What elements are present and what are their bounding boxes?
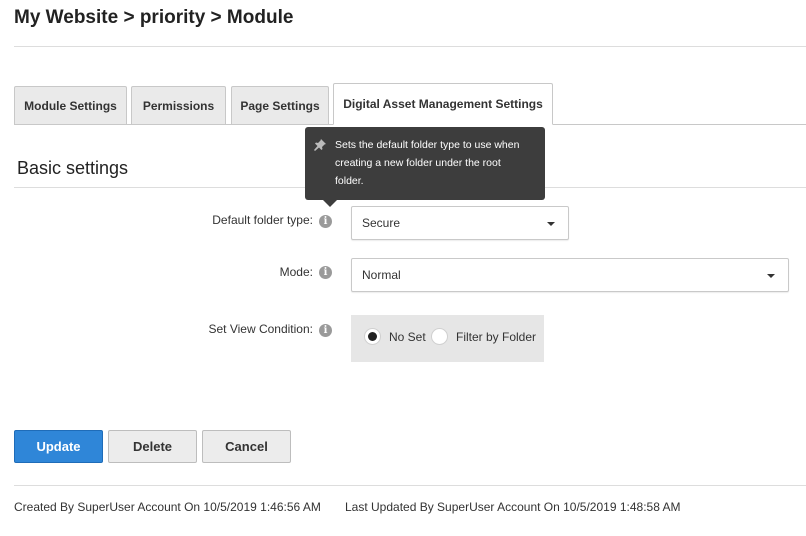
tooltip-line: Sets the default folder type to use when — [335, 139, 520, 151]
info-icon[interactable]: i — [319, 324, 332, 337]
default-folder-type-label: Default folder type: — [212, 213, 313, 227]
mode-select[interactable]: Normal — [351, 258, 789, 292]
radio-selected-dot — [368, 332, 377, 341]
settings-tabs: Module Settings Permissions Page Setting… — [14, 83, 806, 125]
info-icon[interactable]: i — [319, 266, 332, 279]
default-folder-type-value: Secure — [362, 216, 401, 230]
mode-value: Normal — [362, 268, 401, 282]
tab-page-settings[interactable]: Page Settings — [231, 86, 329, 125]
default-folder-type-select[interactable]: Secure — [351, 206, 569, 240]
mode-label: Mode: — [279, 265, 313, 279]
radio-no-set[interactable] — [364, 328, 381, 345]
radio-filter-by-folder-label[interactable]: Filter by Folder — [456, 330, 536, 344]
cancel-button[interactable]: Cancel — [202, 430, 291, 463]
created-by-text: Created By SuperUser Account On 10/5/201… — [14, 500, 321, 514]
tab-module-settings[interactable]: Module Settings — [14, 86, 127, 125]
updated-by-text: Last Updated By SuperUser Account On 10/… — [345, 500, 681, 514]
delete-button[interactable]: Delete — [108, 430, 197, 463]
update-button[interactable]: Update — [14, 430, 103, 463]
help-tooltip: Sets the default folder type to use when… — [305, 127, 545, 207]
footer-divider — [14, 485, 806, 486]
radio-no-set-label[interactable]: No Set — [389, 330, 426, 344]
tooltip-line: creating a new folder under the root — [335, 157, 501, 169]
page-title: My Website > priority > Module — [14, 7, 294, 28]
tooltip-arrow — [323, 200, 337, 207]
pin-icon — [314, 139, 326, 151]
chevron-down-icon — [767, 274, 775, 278]
tab-permissions[interactable]: Permissions — [131, 86, 226, 125]
section-title: Basic settings — [17, 158, 129, 178]
title-divider — [14, 46, 806, 47]
tooltip-line: folder. — [335, 175, 364, 187]
info-icon[interactable]: i — [319, 215, 332, 228]
tab-digital-asset-management-settings[interactable]: Digital Asset Management Settings — [333, 83, 553, 125]
view-condition-radio-group: No Set Filter by Folder — [351, 315, 544, 362]
view-condition-label: Set View Condition: — [208, 322, 313, 336]
chevron-down-icon — [547, 222, 555, 226]
radio-filter-by-folder[interactable] — [431, 328, 448, 345]
